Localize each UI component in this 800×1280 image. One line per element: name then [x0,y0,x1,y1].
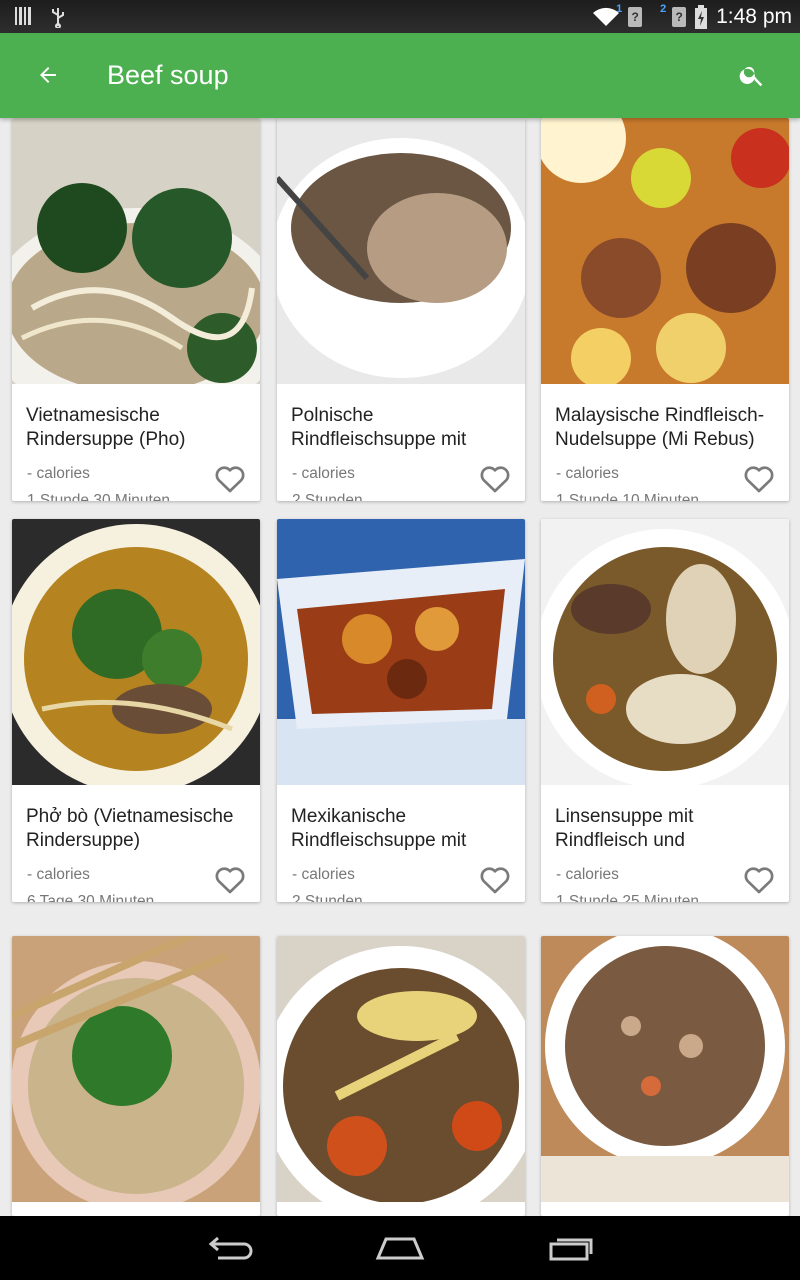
usb-icon [52,8,64,28]
recipe-title: Vietnamesische Rindersuppe (Pho) [26,405,186,450]
recipe-photo [277,519,525,785]
recipe-card[interactable]: Mexikanische Rindfleischsuppe mit - calor… [277,519,525,902]
recipe-photo [12,519,260,785]
recipe-grid: Vietnamesische Rindersuppe (Pho) - calori… [0,118,800,1216]
sim1-icon: 1? [616,3,643,27]
search-button[interactable] [734,57,770,93]
recipe-photo [541,118,789,384]
favorite-heart-icon[interactable] [743,865,775,895]
recipe-card[interactable]: Linsensuppe mit Rindfleisch und - calorie… [541,519,789,902]
clock: 1:48 pm [716,4,792,28]
nav-recents-button[interactable] [543,1232,599,1264]
recipe-time: 6 Tage 30 Minuten [27,893,155,902]
sim2-icon: 2? [660,3,687,27]
status-bar: 1? 2? 1:48 pm [0,0,800,33]
recipe-calories: - calories [27,465,90,482]
recipe-time: 2 Stunden [292,492,363,501]
battery-charging-icon [695,4,708,29]
arrow-back-icon [40,67,56,83]
recipe-photo [541,936,789,1202]
recipe-card[interactable] [12,936,260,1216]
recipe-photo [12,118,260,384]
recipe-time: 1 Stunde 10 Minuten [556,492,700,501]
favorite-heart-icon[interactable] [479,464,511,494]
recipe-time: 2 Stunden [292,893,363,902]
recipe-photo [277,118,525,384]
recipe-title: Mexikanische Rindfleischsuppe mit [291,806,467,851]
nav-back-button[interactable] [202,1232,258,1264]
recipe-calories: - calories [292,866,355,883]
recipe-calories: - calories [292,465,355,482]
recipe-card[interactable]: Vietnamesische Rindersuppe (Pho) - calori… [12,118,260,501]
recipe-photo [12,936,260,1202]
recipe-title: Linsensuppe mit Rindfleisch und [555,806,694,851]
nav-home-icon [375,1237,425,1260]
navigation-bar [0,1216,800,1280]
recipe-card[interactable]: Polnische Rindfleischsuppe mit - calories… [277,118,525,501]
recipe-calories: - calories [27,866,90,883]
recipe-card[interactable] [277,936,525,1216]
recipe-photo [277,936,525,1202]
recipe-title: Polnische Rindfleischsuppe mit [291,405,467,450]
search-icon [739,66,763,87]
recipe-calories: - calories [556,465,619,482]
recipe-time: 1 Stunde 25 Minuten [556,893,700,902]
favorite-heart-icon[interactable] [479,865,511,895]
recipe-card[interactable] [541,936,789,1216]
recipe-photo [541,519,789,785]
recipe-card[interactable]: Malaysische Rindfleisch-Nudelsuppe (Mi R… [541,118,789,501]
nav-home-button[interactable] [372,1232,428,1264]
favorite-heart-icon[interactable] [743,464,775,494]
recipe-card[interactable]: Phở bò (Vietnamesische Rindersuppe) - cal… [12,519,260,902]
recipe-title: Phở bò (Vietnamesische Rindersuppe) [26,806,234,851]
favorite-heart-icon[interactable] [214,464,246,494]
back-button[interactable] [30,57,66,93]
recipe-calories: - calories [556,866,619,883]
recipe-time: 1 Stunde 30 Minuten [27,492,171,501]
page-title: Beef soup [107,60,229,90]
favorite-heart-icon[interactable] [214,865,246,895]
nav-recents-icon [549,1238,593,1261]
nav-back-icon [208,1236,253,1260]
app-bar: Beef soup [0,33,800,118]
barcode-icon [15,7,31,25]
recipe-title: Malaysische Rindfleisch-Nudelsuppe (Mi R… [555,405,765,450]
